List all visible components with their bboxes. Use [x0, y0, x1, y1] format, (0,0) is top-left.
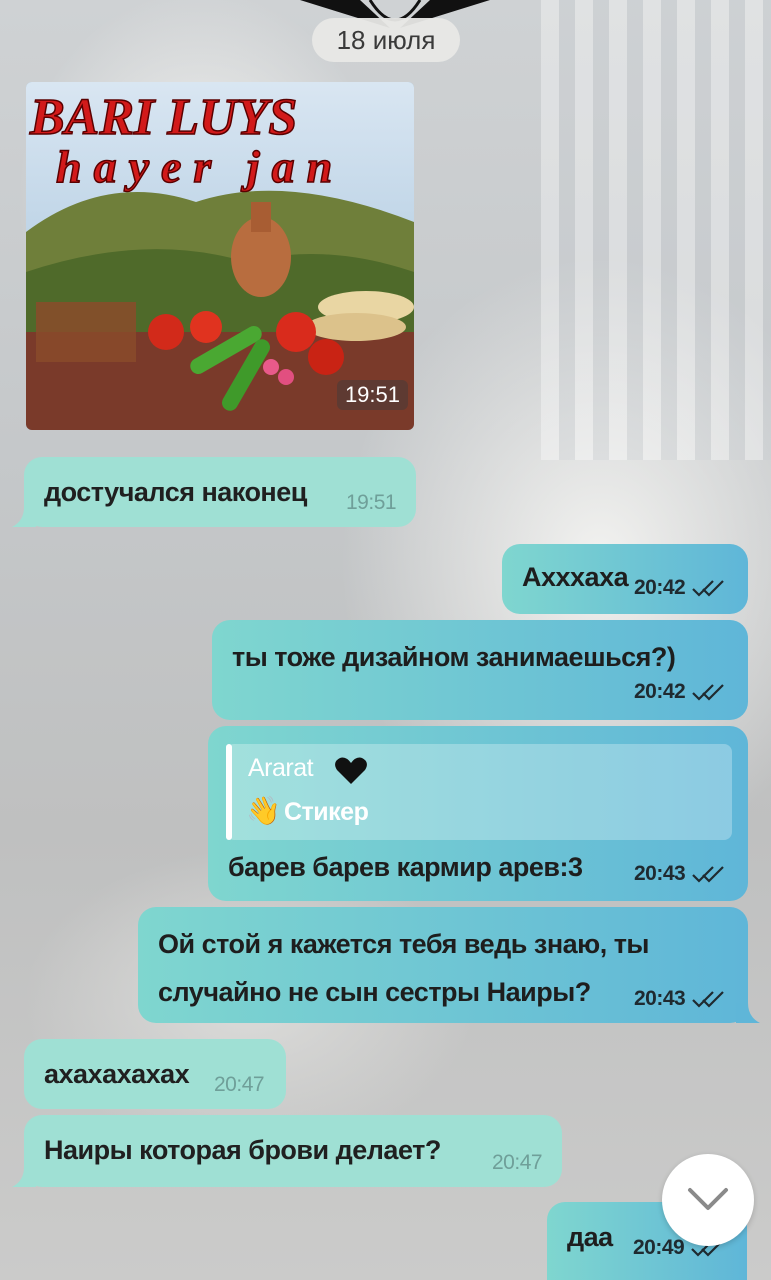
message-text: Ахххаха — [522, 562, 629, 592]
message-time: 20:43 — [634, 987, 686, 1010]
message-time: 20:43 — [634, 862, 686, 885]
message-meta: 20:42 — [634, 680, 729, 704]
message-bubble[interactable]: Наиры которая брови делает? 20:47 — [12, 1115, 562, 1187]
message-text-line: Ой стой я кажется тебя ведь знаю, ты — [158, 929, 650, 959]
scroll-to-bottom-button[interactable] — [662, 1154, 754, 1246]
photo-message[interactable]: BARI LUYS hayer jan 19:51 — [26, 82, 414, 430]
message-bubble[interactable]: Ararat 👋 Стикер барев барев кармир арев:… — [208, 726, 748, 901]
black-heart-icon — [335, 757, 367, 784]
bubble-tail — [736, 1003, 760, 1023]
photo-image: BARI LUYS hayer jan — [26, 82, 414, 430]
message-text: ты тоже дизайном занимаешься?) — [232, 642, 676, 672]
message-bubble[interactable]: Ой стой я кажется тебя ведь знаю, ты слу… — [138, 907, 760, 1023]
message-bubble[interactable]: достучался наконец 19:51 — [12, 457, 416, 527]
date-separator: 18 июля — [312, 18, 460, 62]
message-text: барев барев кармир арев:3 — [228, 852, 583, 882]
message-meta: 20:43 — [634, 862, 729, 886]
bubble-tail — [12, 507, 36, 527]
message-time: 19:51 — [336, 380, 408, 410]
double-check-icon — [692, 991, 724, 1009]
svg-text:BARI LUYS: BARI LUYS — [29, 89, 297, 146]
background-wallpaper — [541, 0, 771, 460]
message-text: достучался наконец — [44, 477, 307, 507]
message-bubble[interactable]: Ахххаха 20:42 — [502, 544, 748, 614]
message-text-line: случайно не сын сестры Наиры? — [158, 977, 591, 1007]
message-time: 20:47 — [214, 1073, 265, 1096]
bubble-tail — [12, 1167, 36, 1187]
message-text: Наиры которая брови делает? — [44, 1135, 441, 1165]
message-text: даа — [567, 1222, 613, 1252]
message-time: 20:49 — [633, 1236, 685, 1259]
reply-preview[interactable]: Ararat 👋 Стикер — [226, 744, 732, 840]
message-time: 20:47 — [492, 1151, 543, 1174]
message-meta: 20:43 — [634, 987, 729, 1011]
message-time: 19:51 — [346, 491, 397, 514]
reply-bar — [226, 744, 232, 840]
waving-hand-emoji: 👋 — [246, 795, 281, 826]
message-time: 20:42 — [634, 680, 686, 703]
message-bubble[interactable]: ты тоже дизайном занимаешься?) 20:42 — [212, 620, 748, 720]
chevron-down-icon — [688, 1188, 728, 1210]
reply-preview-text: Стикер — [284, 798, 369, 826]
double-check-icon — [692, 580, 724, 598]
double-check-icon — [692, 684, 724, 702]
message-meta: 20:42 — [634, 576, 729, 600]
double-check-icon — [692, 866, 724, 884]
svg-text:hayer jan: hayer jan — [56, 141, 344, 192]
reply-author: Ararat — [248, 754, 314, 782]
message-text: ахахахахах — [44, 1059, 190, 1089]
message-time: 20:42 — [634, 576, 686, 599]
message-bubble[interactable]: ахахахахах 20:47 — [24, 1039, 286, 1109]
